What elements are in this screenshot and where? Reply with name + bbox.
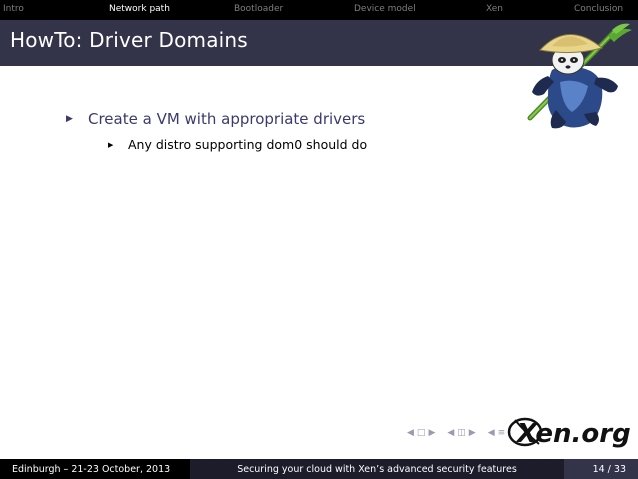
logo-text: Xen.org (515, 419, 631, 449)
nav-prev-section-icon[interactable]: ◀ (488, 428, 495, 438)
xen-org-logo: Xen.org (507, 417, 631, 449)
sub-bullet-text: Any distro supporting dom0 should do (128, 137, 368, 152)
panda-mascot-icon (527, 23, 632, 129)
nav-item-device-model[interactable]: Device model (354, 4, 416, 14)
nav-next-subsection-icon[interactable]: ▶ (469, 428, 476, 438)
section-navbar: Intro Network path Bootloader Device mod… (0, 0, 638, 20)
nav-item-intro[interactable]: Intro (3, 4, 24, 14)
bullet-text: Create a VM with appropriate drivers (88, 110, 366, 128)
nav-item-bootloader[interactable]: Bootloader (234, 4, 283, 14)
subsection-icon[interactable]: ◫ (457, 428, 466, 438)
nav-item-network-path[interactable]: Network path (109, 4, 170, 14)
slide-title: HowTo: Driver Domains (10, 28, 248, 52)
bullet-level-2: ▶ Any distro supporting dom0 should do (108, 137, 367, 152)
bullet-triangle-icon: ▶ (108, 140, 114, 149)
frame-icon[interactable]: □ (417, 428, 426, 438)
footer-talk-title: Securing your cloud with Xen’s advanced … (190, 459, 564, 479)
footer: Edinburgh – 21-23 October, 2013 Securing… (0, 459, 638, 479)
beamer-navigation-controls: ◀ □ ▶ ◀ ◫ ▶ ◀ ≡ (407, 428, 505, 438)
bullet-triangle-icon: ▶ (66, 114, 73, 124)
nav-prev-frame-icon[interactable]: ◀ (407, 428, 414, 438)
nav-next-frame-icon[interactable]: ▶ (428, 428, 435, 438)
bullet-level-1: ▶ Create a VM with appropriate drivers (66, 110, 365, 128)
footer-location: Edinburgh – 21-23 October, 2013 (0, 459, 190, 479)
nav-prev-subsection-icon[interactable]: ◀ (447, 428, 454, 438)
footer-page-number: 14 / 33 (564, 459, 638, 479)
nav-item-xen[interactable]: Xen (486, 4, 503, 14)
nav-item-conclusion[interactable]: Conclusion (574, 4, 623, 14)
